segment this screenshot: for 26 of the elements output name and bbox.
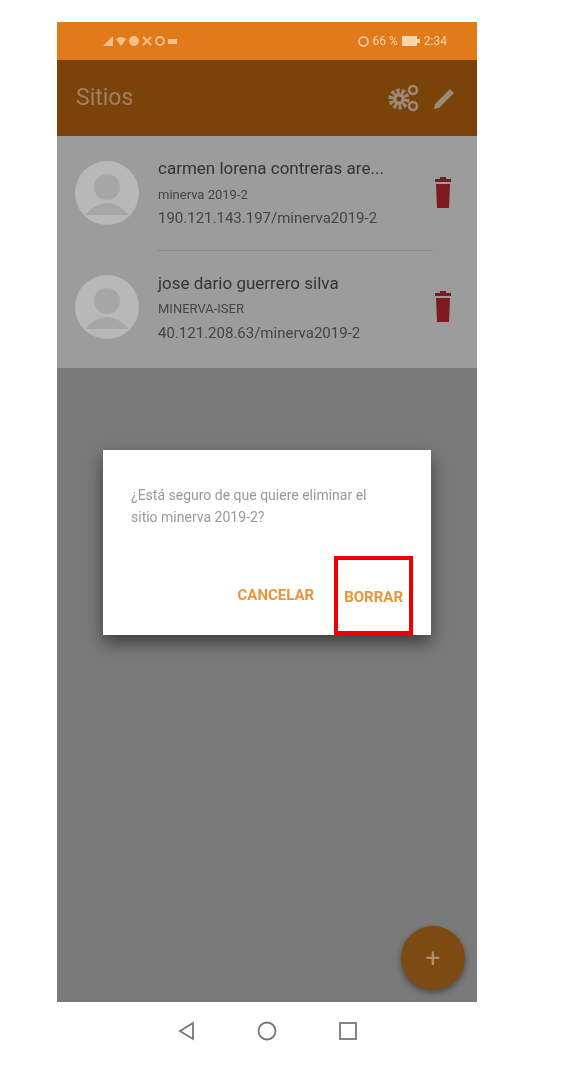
site-address: 190.121.143.197/minerva2019-2 (158, 208, 379, 230)
dialog-button[interactable]: CANCELAR (231, 576, 321, 615)
wifi-icon (116, 36, 126, 46)
add-button[interactable]: + (401, 926, 465, 990)
home-icon[interactable] (257, 1021, 277, 1041)
alarm-icon (357, 35, 369, 47)
site-address: 40.121.208.63/minerva2019-2 (158, 322, 362, 344)
trash-icon[interactable] (433, 177, 453, 209)
settings-icon[interactable] (386, 83, 420, 113)
site-list-item[interactable]: carmen lorena contreras are... minerva 2019-2 190.121.143.197/minerva2019-2 (57, 136, 477, 250)
app-title: Sitios (76, 82, 134, 113)
site-list-item[interactable]: jose dario guerrero silva MINERVA-ISER 40.121.208.63/minerva2019-2 (57, 250, 477, 364)
site-owner-name: carmen lorena contreras are... (158, 157, 385, 181)
battery-icon (401, 36, 420, 46)
battery-percent: 66 % (372, 33, 398, 50)
signal-icon (103, 36, 113, 46)
site-name: minerva 2019-2 (158, 185, 249, 204)
dialog-message: ¿Está seguro de que quiere eliminar el sitio minerva 2019-2? (131, 486, 368, 527)
clock-time: 2:34 (423, 33, 447, 50)
avatar-icon (75, 161, 139, 225)
trash-icon[interactable] (433, 291, 453, 323)
recents-icon[interactable] (339, 1022, 357, 1040)
avatar-icon (75, 275, 139, 339)
site-name: MINERVA-ISER (158, 300, 245, 319)
back-icon[interactable] (177, 1021, 195, 1041)
site-owner-name: jose dario guerrero silva (158, 271, 340, 295)
